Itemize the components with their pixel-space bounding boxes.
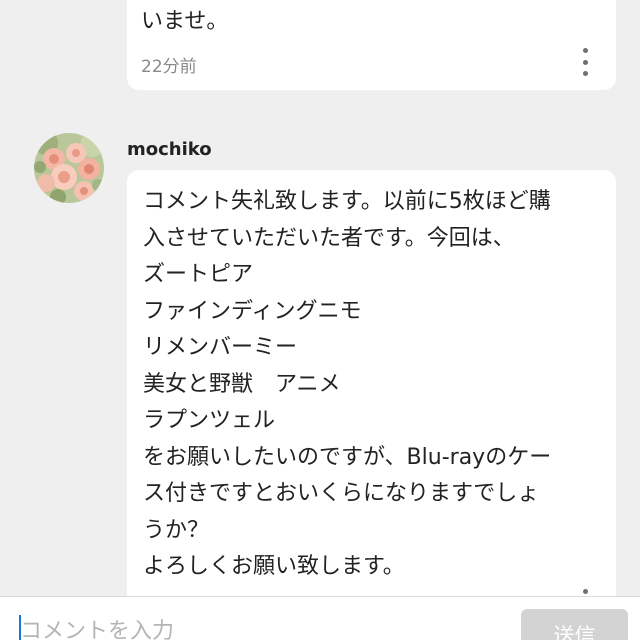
comment-card: コメント失礼致します。以前に5枚ほど購 入させていただいた者です。今回は、 ズー… bbox=[127, 170, 616, 617]
previous-comment-text: いませ。 bbox=[141, 9, 229, 34]
flower-bouquet-avatar-icon bbox=[34, 133, 104, 203]
comment-line: よろしくお願い致します。 bbox=[143, 554, 405, 579]
comment-line: をお願いしたいのですが、Blu-rayのケー bbox=[143, 444, 552, 470]
comment-line: 入させていただいた者です。今回は、 bbox=[143, 225, 515, 251]
previous-comment-card: いませ。 22分前 bbox=[127, 0, 616, 90]
previous-comment-more-icon[interactable] bbox=[577, 48, 593, 76]
comment-line: ラプンツェル bbox=[143, 408, 276, 433]
avatar[interactable] bbox=[34, 133, 104, 203]
comment-body: コメント失礼致します。以前に5枚ほど購 入させていただいた者です。今回は、 ズー… bbox=[143, 184, 613, 586]
send-button[interactable]: 送信 bbox=[521, 609, 628, 640]
comment-line: ファインディングニモ bbox=[143, 298, 362, 324]
comment-line: ス付きですとおいくらになりますでしょ bbox=[143, 481, 540, 506]
comment-composer: 送信 bbox=[0, 596, 640, 640]
comment-line: 美女と野獣 アニメ bbox=[143, 371, 341, 397]
previous-comment-time: 22分前 bbox=[141, 57, 197, 77]
comment-line: ズートピア bbox=[143, 262, 254, 287]
comment-line: うか？ bbox=[143, 517, 210, 543]
comment-input[interactable] bbox=[20, 611, 500, 640]
comment-line: コメント失礼致します。以前に5枚ほど購 bbox=[143, 189, 551, 214]
comment-thread-screen: いませ。 22分前 mochiko コメント失礼致します。以前に5枚ほど購 入さ… bbox=[0, 0, 640, 640]
comment-username[interactable]: mochiko bbox=[127, 139, 212, 160]
text-caret bbox=[19, 615, 21, 640]
comment-line: リメンバーミー bbox=[143, 335, 298, 360]
